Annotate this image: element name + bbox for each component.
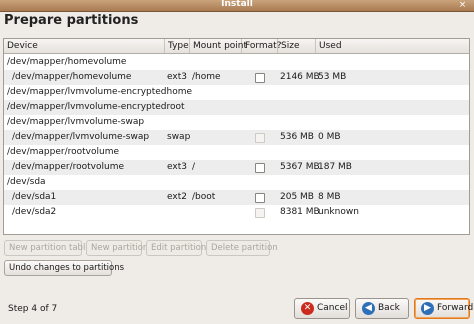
- page-title: Prepare partitions: [4, 13, 139, 28]
- arrow-right-icon: ▶: [421, 302, 434, 315]
- format-checkbox[interactable]: [255, 73, 265, 83]
- table-row[interactable]: /dev/mapper/homevolume ext3 /home 2146 M…: [4, 70, 469, 85]
- cell-mount: /boot: [192, 192, 216, 202]
- table-header: Device Type Mount point Format? Size Use…: [4, 39, 469, 54]
- cancel-label: Cancel: [317, 303, 348, 313]
- cell-device: /dev/mapper/rootvolume: [12, 162, 125, 172]
- back-label: Back: [378, 303, 400, 313]
- cell-device: /dev/mapper/lvmvolume-encryptedhome: [7, 87, 193, 97]
- cell-size: 8381 MB: [280, 207, 320, 217]
- cell-device: /dev/mapper/lvmvolume-encryptedroot: [7, 102, 185, 112]
- window-title: Install: [221, 0, 253, 9]
- cell-used: 187 MB: [318, 162, 352, 172]
- cell-device: /dev/sda1: [12, 192, 57, 202]
- table-row[interactable]: /dev/mapper/lvmvolume-swap: [4, 115, 469, 130]
- partition-table[interactable]: Device Type Mount point Format? Size Use…: [3, 38, 470, 235]
- cell-used: unknown: [318, 207, 359, 217]
- cell-size: 5367 MB: [280, 162, 320, 172]
- header-corner: [463, 39, 469, 53]
- back-button[interactable]: ◀ Back: [355, 298, 409, 319]
- cell-device: /dev/mapper/homevolume: [12, 72, 132, 82]
- cell-used: 0 MB: [318, 132, 341, 142]
- table-row[interactable]: /dev/mapper/lvmvolume-swap swap 536 MB 0…: [4, 130, 469, 145]
- cell-device: /dev/sda2: [12, 207, 57, 217]
- cancel-button[interactable]: ✕ Cancel: [294, 298, 350, 319]
- table-row[interactable]: /dev/mapper/rootvolume: [4, 145, 469, 160]
- step-indicator: Step 4 of 7: [8, 304, 58, 314]
- format-checkbox[interactable]: [255, 193, 265, 203]
- cell-type: ext3: [167, 162, 187, 172]
- column-header-format[interactable]: Format?: [242, 39, 282, 53]
- window-titlebar[interactable]: Install ×: [0, 0, 474, 12]
- cancel-icon: ✕: [301, 302, 314, 315]
- table-row[interactable]: /dev/mapper/lvmvolume-encryptedhome: [4, 85, 469, 100]
- delete-partition-button[interactable]: Delete partition: [206, 240, 278, 256]
- table-row[interactable]: /dev/sda: [4, 175, 469, 190]
- format-checkbox[interactable]: [255, 163, 265, 173]
- table-row[interactable]: /dev/mapper/rootvolume ext3 / 5367 MB 18…: [4, 160, 469, 175]
- cell-device: /dev/mapper/homevolume: [7, 57, 127, 67]
- cell-device: /dev/mapper/lvmvolume-swap: [7, 117, 145, 127]
- cell-size: 205 MB: [280, 192, 314, 202]
- column-header-used[interactable]: Used: [316, 39, 463, 53]
- cell-mount: /: [192, 162, 196, 172]
- forward-label: Forward: [437, 303, 474, 313]
- forward-button[interactable]: ▶ Forward: [414, 298, 474, 319]
- cell-device: /dev/mapper/rootvolume: [7, 147, 120, 157]
- cell-device: /dev/sda: [7, 177, 46, 187]
- column-header-mount-point[interactable]: Mount point: [190, 39, 247, 53]
- cell-type: ext2: [167, 192, 187, 202]
- cell-used: 53 MB: [318, 72, 347, 82]
- undo-changes-button[interactable]: Undo changes to partitions: [4, 260, 124, 276]
- table-row[interactable]: /dev/mapper/homevolume: [4, 55, 469, 70]
- table-row[interactable]: /dev/sda1 ext2 /boot 205 MB 8 MB: [4, 190, 469, 205]
- arrow-left-icon: ◀: [362, 302, 375, 315]
- new-partition-table-button[interactable]: New partition table: [4, 240, 91, 256]
- cell-size: 536 MB: [280, 132, 314, 142]
- new-partition-button[interactable]: New partition: [86, 240, 148, 256]
- cell-mount: /home: [192, 72, 221, 82]
- cell-type: ext3: [167, 72, 187, 82]
- cell-type: swap: [167, 132, 191, 142]
- format-checkbox-disabled: [255, 133, 265, 143]
- edit-partition-button[interactable]: Edit partition: [146, 240, 206, 256]
- cell-device: /dev/mapper/lvmvolume-swap: [12, 132, 150, 142]
- column-header-device[interactable]: Device: [4, 39, 165, 53]
- format-checkbox-disabled: [255, 208, 265, 218]
- column-header-size[interactable]: Size: [278, 39, 316, 53]
- close-icon[interactable]: ×: [457, 0, 468, 10]
- cell-used: 8 MB: [318, 192, 341, 202]
- table-row[interactable]: /dev/sda2 8381 MB unknown: [4, 205, 469, 220]
- column-header-type[interactable]: Type: [165, 39, 190, 53]
- table-row[interactable]: /dev/mapper/lvmvolume-encryptedroot: [4, 100, 469, 115]
- cell-size: 2146 MB: [280, 72, 320, 82]
